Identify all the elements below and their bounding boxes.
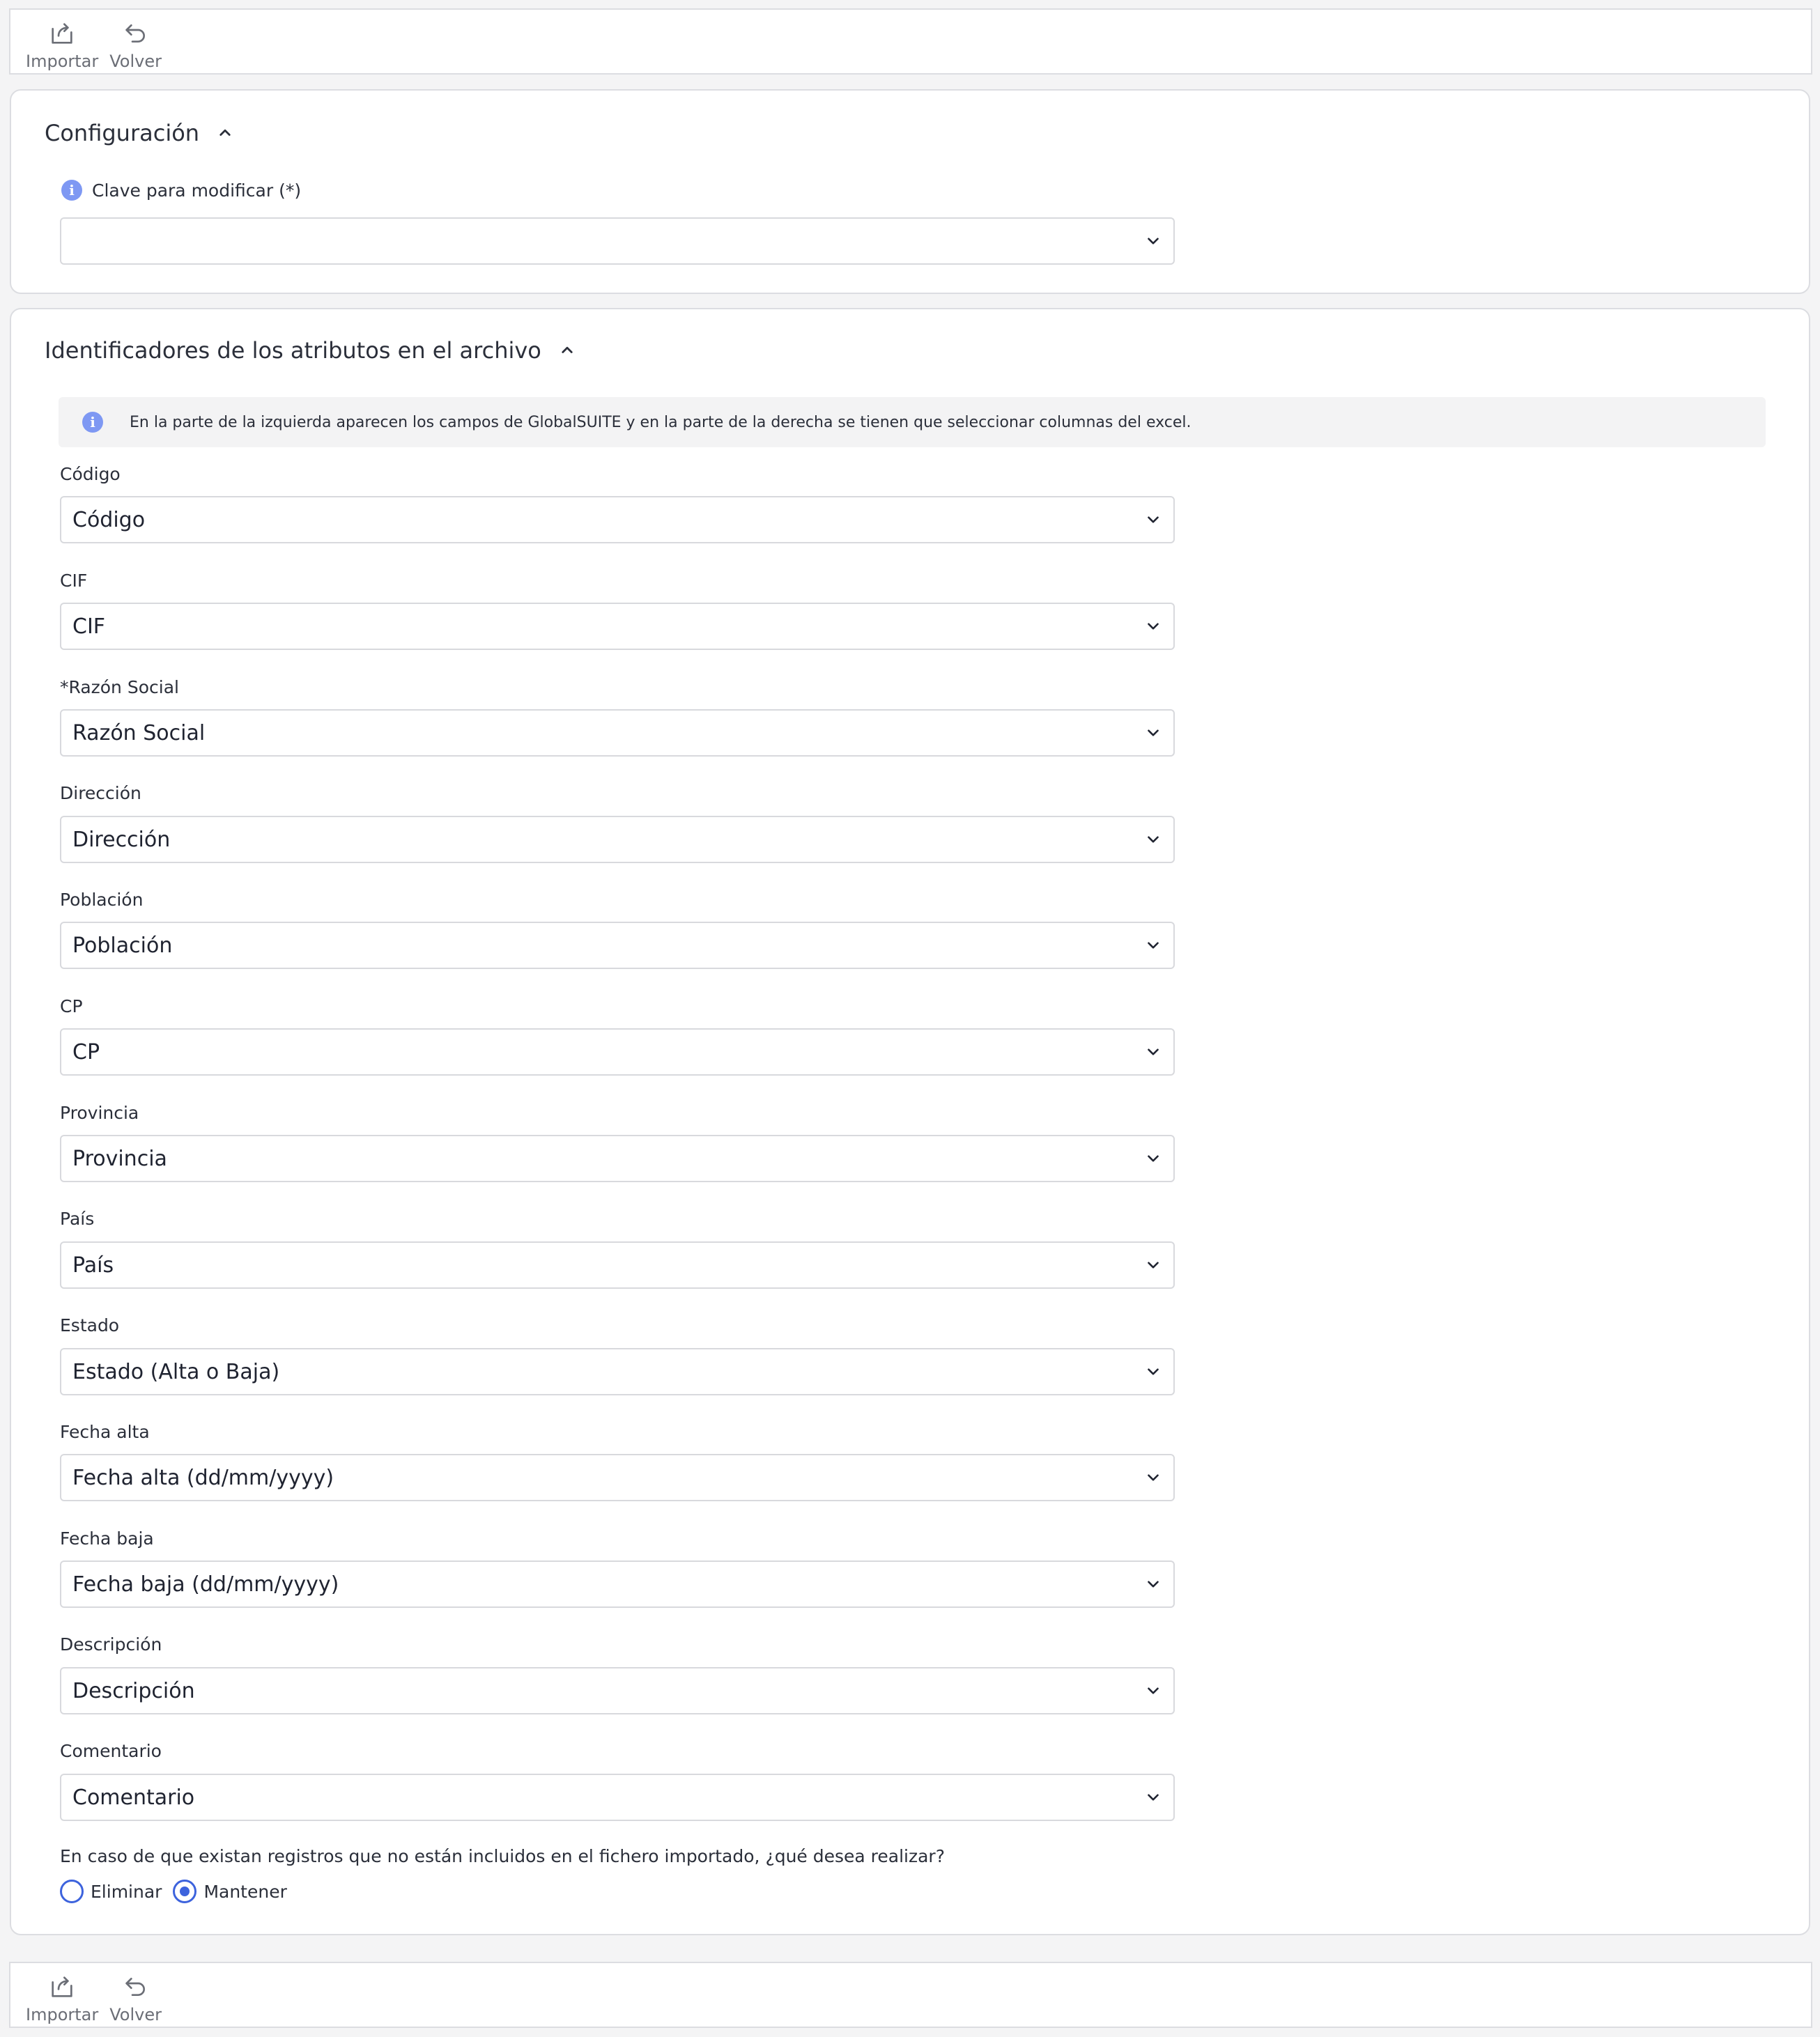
undo-icon <box>125 1978 145 1996</box>
share-box-icon <box>52 23 72 44</box>
share-box-icon <box>52 1976 72 1997</box>
identifiers-card: Identificadores de los atributos en el a… <box>10 308 1810 1935</box>
chevron-down-icon <box>1148 623 1159 630</box>
radio-circle-checked[interactable] <box>173 1880 197 1903</box>
key-label-text: Clave para modificar (*) <box>92 180 302 201</box>
info-icon[interactable]: i <box>61 180 82 201</box>
identifiers-section-toggle[interactable]: Identificadores de los atributos en el a… <box>45 337 578 364</box>
info-banner: i En la parte de la izquierda aparecen l… <box>59 397 1766 447</box>
chevron-up-icon <box>219 129 231 136</box>
select-value: Dirección <box>72 827 171 852</box>
select-cp[interactable]: CP <box>60 1028 1175 1076</box>
select-comentario[interactable]: Comentario <box>60 1774 1175 1821</box>
select-value: Descripción <box>72 1678 195 1703</box>
field-label-codigo: Código <box>60 464 121 484</box>
missing-records-options: Eliminar Mantener <box>60 1880 298 1903</box>
select-value: Razón Social <box>72 720 206 745</box>
back-button[interactable]: Volver <box>109 20 162 71</box>
select-value: Fecha alta (dd/mm/yyyy) <box>72 1465 334 1490</box>
chevron-down-icon <box>1148 516 1159 523</box>
undo-icon <box>125 24 145 43</box>
info-banner-text: En la parte de la izquierda aparecen los… <box>130 413 1192 431</box>
field-label-razon-social: *Razón Social <box>60 677 179 697</box>
radio-label: Mantener <box>203 1881 287 1902</box>
import-button[interactable]: Importar <box>26 20 98 71</box>
key-field-label: i Clave para modificar (*) <box>61 180 301 201</box>
select-razon-social[interactable]: Razón Social <box>60 709 1175 757</box>
chevron-down-icon <box>1148 238 1159 245</box>
missing-records-question: En caso de que existan registros que no … <box>60 1846 945 1866</box>
select-value: CIF <box>72 614 106 639</box>
chevron-down-icon <box>1148 1794 1159 1801</box>
select-value: Provincia <box>72 1146 167 1171</box>
select-estado[interactable]: Estado (Alta o Baja) <box>60 1348 1175 1395</box>
chevron-down-icon <box>1148 1155 1159 1162</box>
select-poblacion[interactable]: Población <box>60 922 1175 969</box>
field-label-pais: País <box>60 1209 95 1229</box>
chevron-down-icon <box>1148 1474 1159 1481</box>
select-pais[interactable]: País <box>60 1241 1175 1289</box>
import-label: Importar <box>26 2005 99 2024</box>
chevron-down-icon <box>1148 1048 1159 1055</box>
select-value: Código <box>72 507 146 532</box>
field-label-direccion: Dirección <box>60 783 141 803</box>
field-label-fecha-alta: Fecha alta <box>60 1422 150 1442</box>
field-label-cif: CIF <box>60 571 88 591</box>
select-value: Estado (Alta o Baja) <box>72 1359 280 1384</box>
select-descripcion[interactable]: Descripción <box>60 1667 1175 1714</box>
select-value: Población <box>72 933 173 958</box>
field-label-fecha-baja: Fecha baja <box>60 1528 154 1549</box>
select-direccion[interactable]: Dirección <box>60 816 1175 863</box>
back-label: Volver <box>109 2005 162 2024</box>
key-select[interactable] <box>60 217 1175 265</box>
select-fecha-baja[interactable]: Fecha baja (dd/mm/yyyy) <box>60 1560 1175 1608</box>
chevron-down-icon <box>1148 1581 1159 1588</box>
chevron-down-icon <box>1148 1368 1159 1375</box>
select-value: CP <box>72 1039 100 1064</box>
import-label: Importar <box>26 52 99 71</box>
select-value: Comentario <box>72 1785 195 1810</box>
identifiers-title: Identificadores de los atributos en el a… <box>45 337 541 364</box>
import-button[interactable]: Importar <box>26 1973 98 2024</box>
config-card: Configuración i Clave para modificar (*) <box>10 89 1810 294</box>
info-icon: i <box>82 412 103 433</box>
chevron-down-icon <box>1148 729 1159 736</box>
config-title: Configuración <box>45 120 200 146</box>
field-label-comentario: Comentario <box>60 1741 162 1761</box>
chevron-down-icon <box>1148 1262 1159 1269</box>
chevron-down-icon <box>1148 836 1159 843</box>
select-codigo[interactable]: Código <box>60 496 1175 543</box>
select-value: Fecha baja (dd/mm/yyyy) <box>72 1572 339 1597</box>
chevron-down-icon <box>1148 1687 1159 1694</box>
select-fecha-alta[interactable]: Fecha alta (dd/mm/yyyy) <box>60 1454 1175 1501</box>
select-cif[interactable]: CIF <box>60 603 1175 650</box>
chevron-down-icon <box>1148 942 1159 949</box>
field-label-cp: CP <box>60 996 83 1016</box>
radio-circle-unchecked[interactable] <box>60 1880 84 1903</box>
top-toolbar: Importar Volver <box>9 8 1812 75</box>
select-value: País <box>72 1253 114 1278</box>
back-label: Volver <box>109 52 162 71</box>
back-button[interactable]: Volver <box>109 1973 162 2024</box>
field-label-provincia: Provincia <box>60 1103 139 1123</box>
radio-label: Eliminar <box>91 1881 162 1902</box>
field-label-poblacion: Población <box>60 890 144 910</box>
chevron-up-icon <box>562 346 573 353</box>
field-label-descripcion: Descripción <box>60 1634 162 1655</box>
config-section-toggle[interactable]: Configuración <box>45 120 236 146</box>
radio-eliminar[interactable]: Eliminar <box>60 1880 162 1903</box>
bottom-toolbar: Importar Volver <box>9 1962 1812 2028</box>
field-label-estado: Estado <box>60 1315 120 1335</box>
select-provincia[interactable]: Provincia <box>60 1135 1175 1182</box>
radio-mantener[interactable]: Mantener <box>173 1880 287 1903</box>
